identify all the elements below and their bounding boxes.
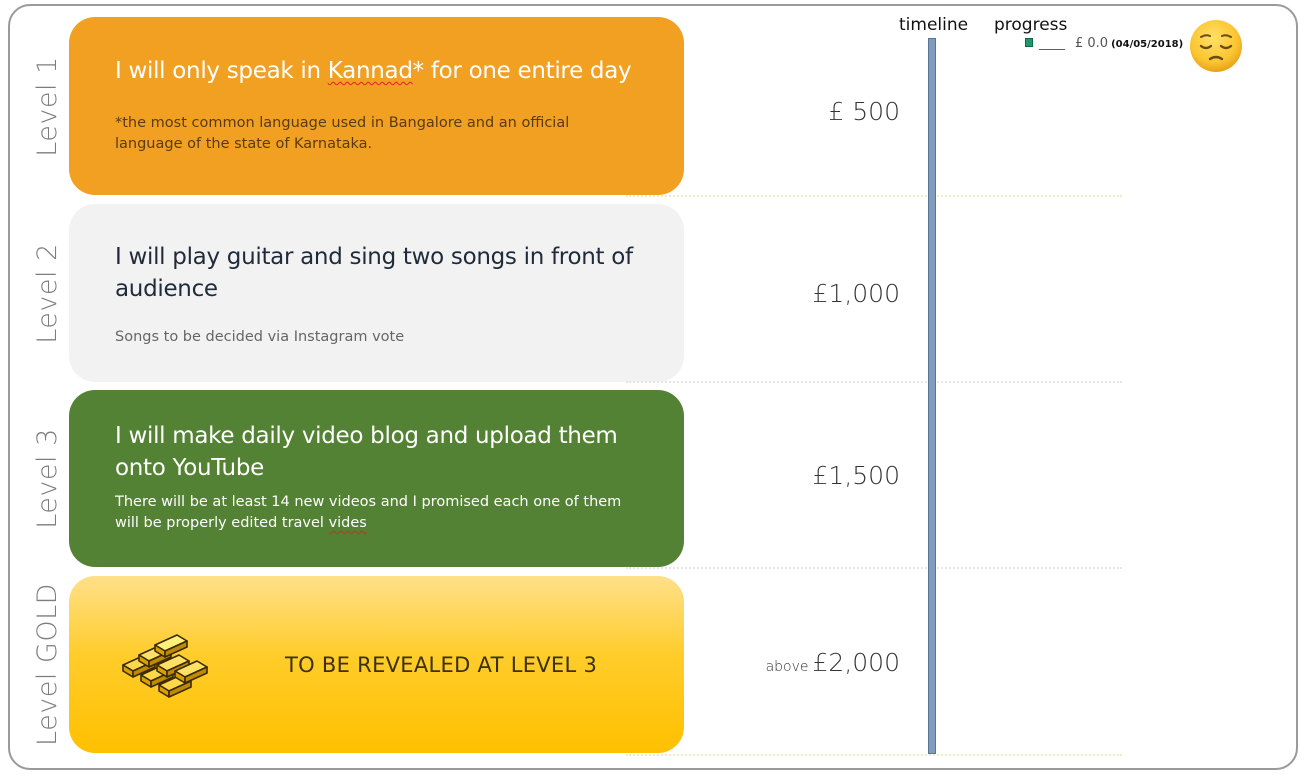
level-2-title: I will play guitar and sing two songs in… bbox=[115, 244, 633, 302]
progress-entry: ____ £ 0.0 (04/05/2018) bbox=[1025, 36, 1183, 51]
level-2-amount: £1,000 bbox=[812, 279, 900, 308]
separator-3 bbox=[626, 567, 1122, 569]
level-1-title: I will only speak in Kannad* for one ent… bbox=[115, 58, 632, 84]
progress-date: (04/05/2018) bbox=[1111, 39, 1184, 50]
level-3-title: I will make daily video blog and upload … bbox=[115, 423, 618, 481]
progress-header: progress bbox=[994, 15, 1068, 35]
level-2-card: I will play guitar and sing two songs in… bbox=[69, 204, 684, 382]
level-1-amount: £ 500 bbox=[828, 97, 900, 126]
timeline-header: timeline bbox=[899, 15, 969, 35]
level-gold-card: TO BE REVEALED AT LEVEL 3 bbox=[69, 576, 684, 753]
separator-1 bbox=[626, 195, 1122, 197]
level-3-amount: £1,500 bbox=[812, 461, 900, 490]
level-gold-title: TO BE REVEALED AT LEVEL 3 bbox=[285, 652, 598, 677]
level-3-note: There will be at least 14 new videos and… bbox=[115, 494, 622, 531]
pensive-face-icon bbox=[1190, 20, 1242, 72]
level-gold-amount-prefix: above bbox=[765, 659, 809, 675]
level-1-card: I will only speak in Kannad* for one ent… bbox=[69, 17, 684, 195]
progress-marker bbox=[1025, 38, 1033, 47]
progress-dash: ____ bbox=[1039, 36, 1065, 51]
gold-bars-icon bbox=[122, 633, 208, 698]
timeline-bar bbox=[928, 38, 936, 754]
level-3-card: I will make daily video blog and upload … bbox=[69, 390, 684, 567]
level-gold-amount: above £2,000 bbox=[765, 648, 900, 677]
separator-2 bbox=[626, 381, 1122, 383]
progress-amount: £ 0.0 bbox=[1075, 36, 1109, 51]
level-2-note: Songs to be decided via Instagram vote bbox=[115, 329, 405, 345]
level-1-note: *the most common language used in Bangal… bbox=[115, 115, 570, 152]
separator-4 bbox=[626, 754, 1122, 756]
